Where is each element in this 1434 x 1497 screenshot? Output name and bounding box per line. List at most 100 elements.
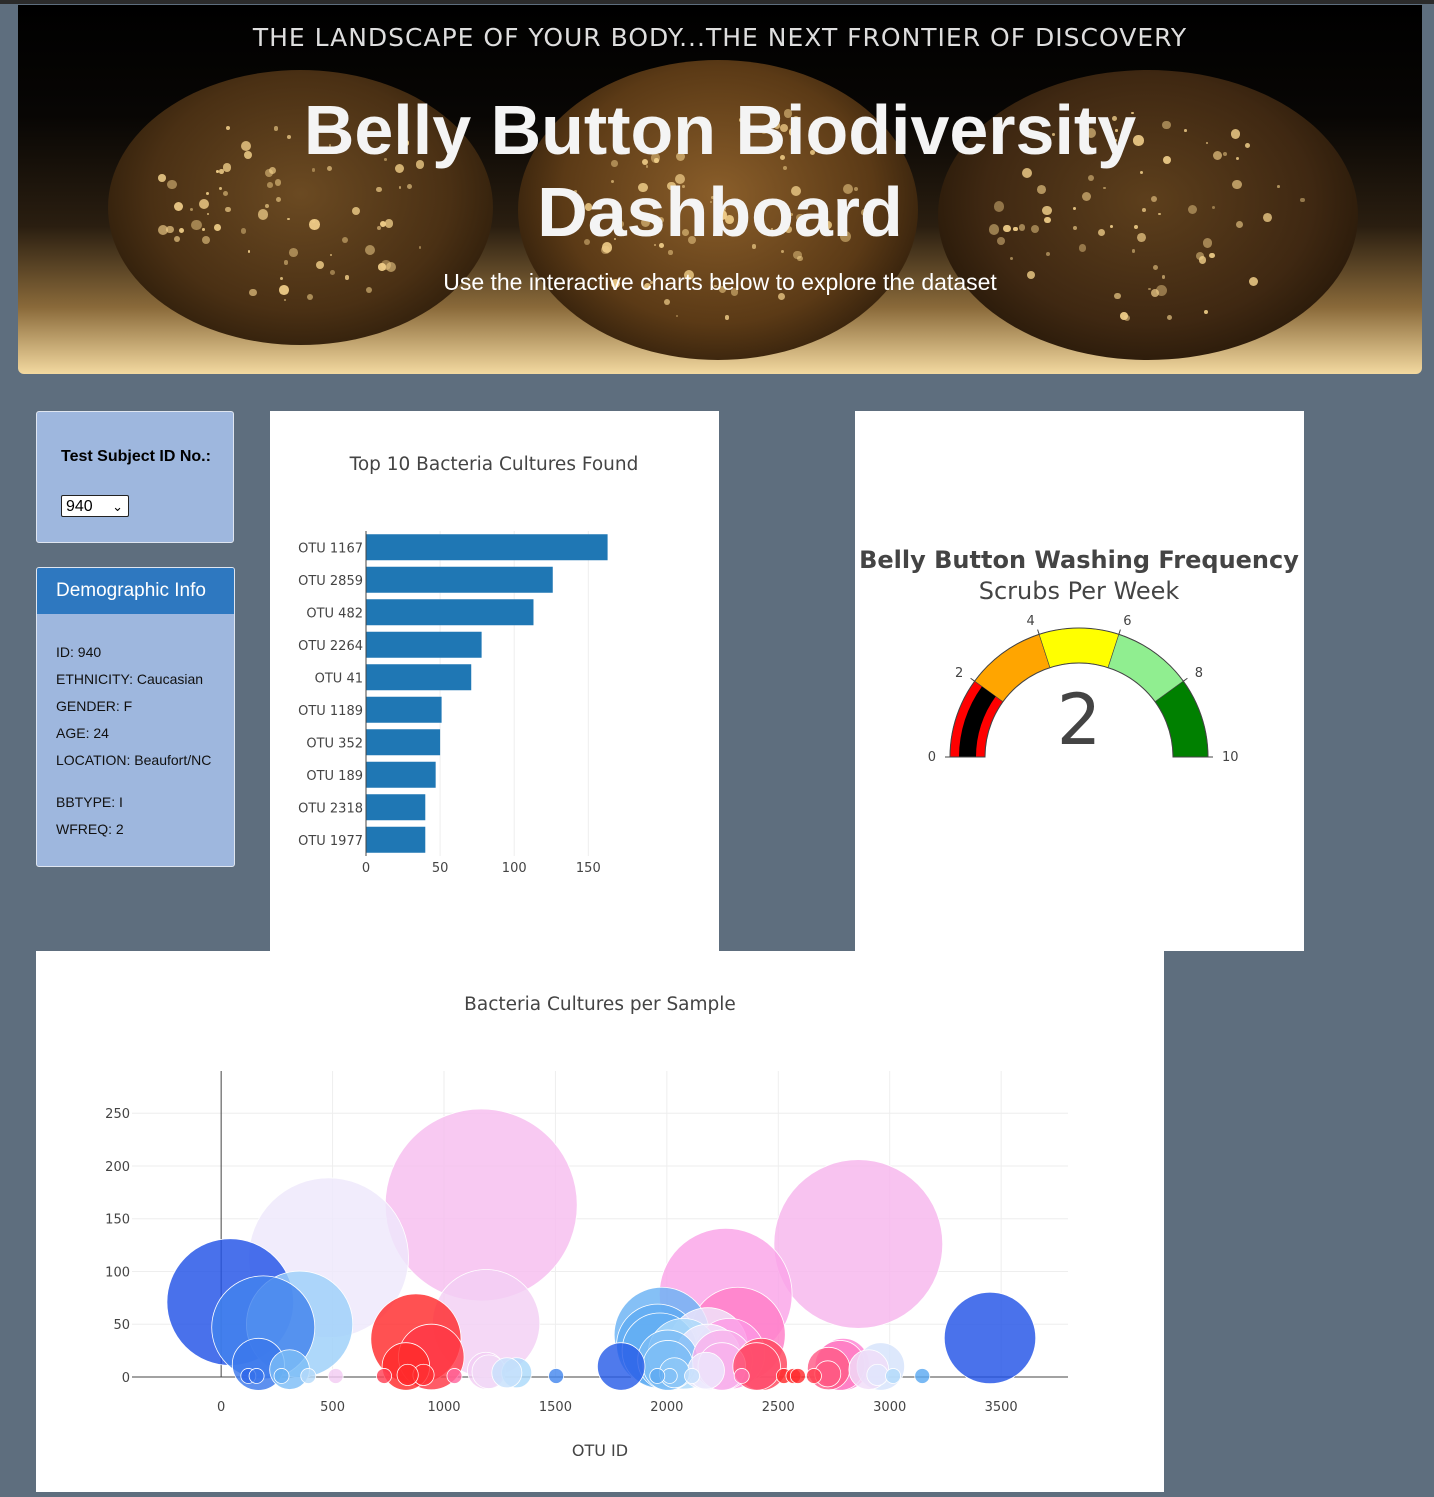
bar-y-tick-label: OTU 41 [315, 671, 363, 686]
gauge-chart[interactable]: Belly Button Washing Frequency Scrubs Per… [855, 411, 1304, 951]
bubble-x-tick-label: 3500 [985, 1400, 1018, 1415]
bar [366, 631, 482, 658]
bar-x-tick-label: 50 [432, 861, 449, 876]
demo-location: LOCATION: Beaufort/NC [56, 752, 212, 768]
colony-spot [1204, 309, 1209, 314]
bubble-chart[interactable]: Bacteria Cultures per Sample 0 50 100 150 200… [36, 951, 1164, 1492]
bubble-x-tick-label: 500 [320, 1400, 345, 1415]
bubble [300, 1368, 317, 1384]
bar-y-tick-label: OTU 2318 [298, 801, 363, 816]
gauge-tick [1118, 629, 1121, 635]
bar-y-tick-label: OTU 482 [306, 606, 363, 621]
bar-chart[interactable]: Top 10 Bacteria Cultures Found 0 50 100 150 O… [270, 411, 719, 951]
page-title-line-1: Belly Button Biodiversity [303, 91, 1137, 169]
bubble-x-tick-label: 1000 [427, 1400, 460, 1415]
bar [366, 696, 442, 723]
bubble [269, 1349, 310, 1390]
subject-selector-label: Test Subject ID No.: [61, 448, 211, 465]
bar-y-tick-label: OTU 1189 [298, 704, 363, 719]
colony-spot [724, 315, 729, 320]
bubble [649, 1368, 666, 1384]
page-title-line-2: Dashboard [537, 173, 903, 251]
gauge-value-number: 2 [1057, 679, 1102, 761]
bar-chart-card: Top 10 Bacteria Cultures Found 0 50 100 150 O… [270, 411, 719, 951]
subject-selector-panel: Test Subject ID No.: 940 ⌄ [36, 411, 234, 543]
bubble-y-tick-label: 0 [122, 1371, 130, 1386]
bubble [773, 1159, 944, 1329]
gauge-tick [1183, 677, 1188, 682]
demo-ethnicity: ETHNICITY: Caucasian [56, 671, 204, 687]
bar-y-tick-label: OTU 2264 [298, 639, 363, 654]
bubble-chart-title: Bacteria Cultures per Sample [464, 994, 736, 1015]
bubble [943, 1291, 1037, 1385]
bar-x-tick-label: 150 [576, 861, 601, 876]
gauge-tick [970, 677, 975, 682]
bar-y-tick-label: OTU 1977 [298, 834, 363, 849]
demo-bbtype: BBTYPE: I [56, 794, 123, 810]
bar [366, 566, 553, 593]
bubble [396, 1363, 419, 1386]
subject-id-value: 940 [66, 498, 93, 515]
colony-spot [1123, 315, 1130, 322]
colony-spot [1208, 252, 1215, 259]
bubble-x-tick-label: 2000 [650, 1400, 683, 1415]
gauge-chart-card: Belly Button Washing Frequency Scrubs Per… [855, 411, 1304, 951]
gauge-tick-label: 2 [955, 666, 963, 681]
bubble [273, 1368, 290, 1384]
page-title: Belly Button Biodiversity Dashboard [18, 89, 1422, 253]
demo-id: ID: 940 [56, 644, 102, 660]
bar-chart-title: Top 10 Bacteria Cultures Found [349, 454, 639, 475]
demo-age: AGE: 24 [56, 725, 109, 741]
gauge-tick-label: 0 [928, 750, 936, 765]
bar [366, 794, 426, 821]
bar-x-tick-label: 100 [502, 861, 527, 876]
bar-y-tick-label: OTU 1167 [298, 541, 363, 556]
gauge-tick-label: 8 [1195, 666, 1203, 681]
bubble [596, 1342, 646, 1391]
bar-y-tick-label: OTU 352 [306, 736, 363, 751]
banner: THE LANDSCAPE OF YOUR BODY...THE NEXT FR… [18, 5, 1422, 374]
bubble [885, 1368, 901, 1384]
bar [366, 826, 426, 853]
banner-tagline: THE LANDSCAPE OF YOUR BODY...THE NEXT FR… [252, 23, 1188, 52]
bubble [548, 1368, 565, 1384]
bubble [327, 1368, 344, 1384]
demo-gender: GENDER: F [56, 698, 133, 714]
colony-spot [283, 259, 289, 265]
gauge-tick-label: 4 [1027, 614, 1035, 629]
bar [366, 599, 534, 626]
demographic-info-panel: Demographic Info ID: 940 ETHNICITY: Cauc… [36, 567, 235, 867]
bubble-y-tick-label: 50 [113, 1318, 130, 1333]
subject-id-select[interactable]: 940 ⌄ [61, 495, 129, 517]
bubble-chart-card: Bacteria Cultures per Sample 0 50 100 150 200… [36, 951, 1164, 1492]
bar [366, 534, 608, 561]
bubble [806, 1368, 822, 1384]
bubble-y-tick-label: 200 [105, 1160, 130, 1175]
bubble [914, 1368, 931, 1384]
bubble [491, 1357, 523, 1389]
bubble [866, 1363, 889, 1386]
bubble [446, 1368, 463, 1384]
bubble-x-tick-label: 3000 [873, 1400, 906, 1415]
bubble-y-tick-label: 100 [105, 1265, 130, 1280]
bubble-x-tick-label: 2500 [762, 1400, 795, 1415]
bar-y-tick-label: OTU 2859 [298, 574, 363, 589]
demo-wfreq: WFREQ: 2 [56, 821, 124, 837]
bubble [733, 1368, 750, 1384]
bubble-x-axis-label: OTU ID [572, 1441, 628, 1460]
gauge-tick [1037, 629, 1040, 635]
gauge-tick-label: 10 [1222, 750, 1239, 765]
demographic-info-header: Demographic Info [37, 568, 234, 614]
bar [366, 729, 441, 756]
bar [366, 761, 436, 788]
bar-y-tick-label: OTU 189 [306, 769, 363, 784]
colony-spot [315, 260, 324, 269]
chevron-down-icon: ⌄ [112, 499, 123, 514]
gauge-tick-label: 6 [1123, 614, 1131, 629]
bubble [684, 1368, 700, 1384]
colony-spot [329, 253, 333, 256]
bubble-y-tick-label: 150 [105, 1213, 130, 1228]
gauge-subtitle: Scrubs Per Week [979, 577, 1180, 605]
bubble-y-tick-label: 250 [105, 1107, 130, 1122]
bar-x-tick-label: 0 [362, 861, 370, 876]
